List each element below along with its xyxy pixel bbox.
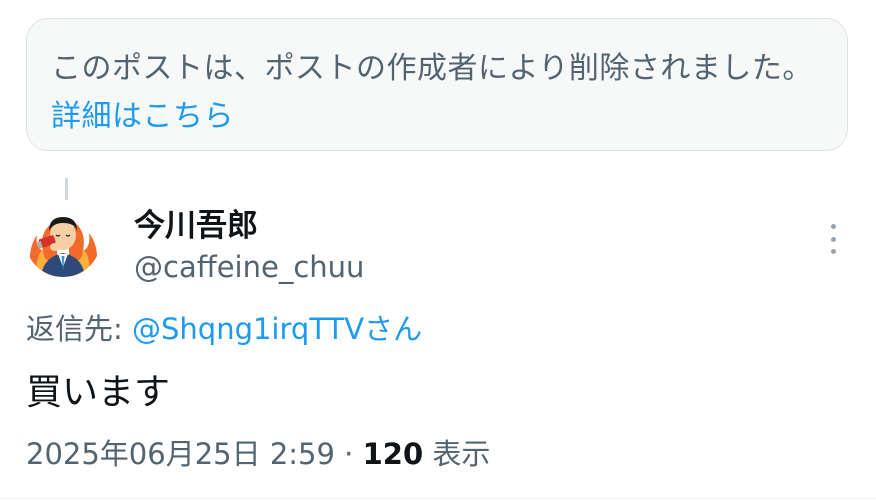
view-label: 表示 xyxy=(432,437,491,471)
view-count: 120 xyxy=(362,437,424,471)
more-dot xyxy=(830,249,836,254)
reply-mention-link[interactable]: @Shqng1irqTTVさん xyxy=(132,312,422,346)
deleted-post-notice: このポストは、ポストの作成者により削除されました。詳細はこちら xyxy=(26,18,848,151)
user-handle[interactable]: @caffeine_chuu xyxy=(134,248,364,286)
more-dot xyxy=(830,236,836,242)
avatar[interactable] xyxy=(25,201,101,277)
tweet-meta: 2025年06月25日 2:59 · 120 表示 xyxy=(26,434,490,474)
more-dot xyxy=(830,224,836,229)
reply-prefix: 返信先: xyxy=(26,312,132,346)
avatar-businessman-burning-icon xyxy=(29,217,97,277)
divider xyxy=(0,498,876,499)
tweet-timestamp[interactable]: 2025年06月25日 2:59 xyxy=(26,437,335,471)
tweet-text: 買います xyxy=(26,372,171,413)
thread-connector-line xyxy=(65,178,68,200)
reply-to-line: 返信先: @Shqng1irqTTVさん xyxy=(26,309,422,349)
more-vertical-icon[interactable] xyxy=(820,222,846,256)
meta-separator: · xyxy=(344,437,354,471)
learn-more-link[interactable]: 詳細はこちら xyxy=(51,99,234,134)
display-name[interactable]: 今川吾郎 xyxy=(134,206,258,246)
deleted-notice-text: このポストは、ポストの作成者により削除されました。 xyxy=(51,51,813,86)
